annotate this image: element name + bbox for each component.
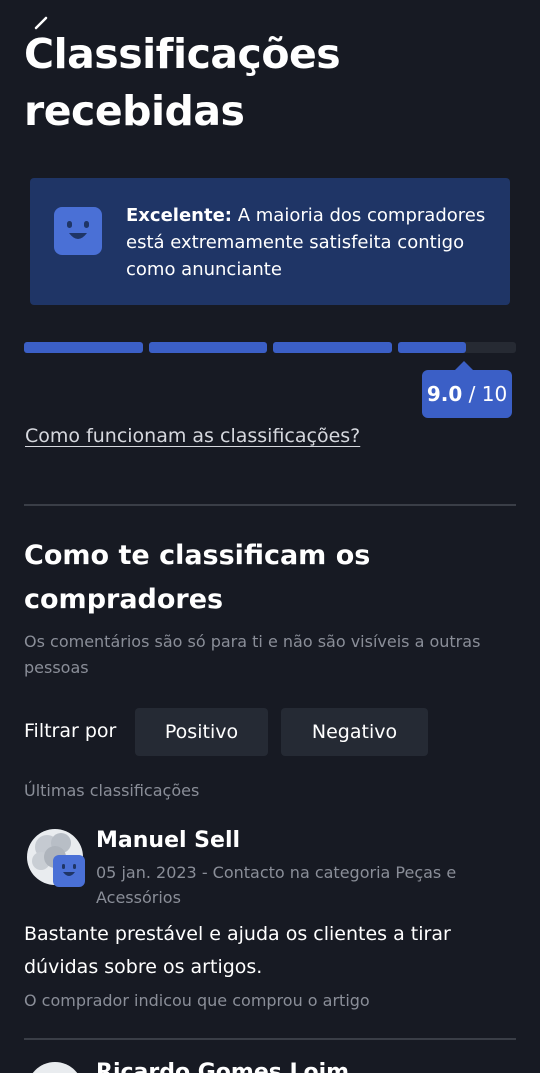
review-meta: 05 jan. 2023 - Contacto na categoria Peç… [96,863,457,907]
section-title: Como te classificam os compradores [24,540,371,615]
rating-summary-box: Excelente: A maioria dos compradores est… [30,178,510,305]
latest-ratings-label: Últimas classificações [24,781,200,800]
divider [24,1038,516,1040]
happy-face-badge-icon [53,855,85,887]
how-ratings-work-link[interactable]: Como funcionam as classificações? [25,425,360,447]
rating-level: Excelente: [126,205,232,226]
rating-summary-text: Excelente: A maioria dos compradores est… [126,202,496,283]
score-bar-fill [273,342,392,353]
divider [24,504,516,506]
reviewer-name[interactable]: Ricardo Gomes Loim [96,1060,349,1073]
score-badge: 9.0 / 10 [422,361,512,418]
avatar[interactable] [27,1062,83,1073]
score-bar-fill [148,342,267,353]
score-max: / 10 [462,382,508,406]
score-bar-fill [397,342,467,353]
filter-label: Filtrar por [24,720,117,742]
happy-face-icon [54,207,102,255]
reviewer-name[interactable]: Manuel Sell [96,828,240,853]
review-note: O comprador indicou que comprou o artigo [24,991,370,1010]
score-value: 9.0 [426,382,463,406]
score-bar-fill [24,342,143,353]
filter-positive-button[interactable]: Positivo [135,708,268,756]
page-title: Classificações recebidas [24,30,341,135]
filter-negative-button[interactable]: Negativo [281,708,428,756]
section-subtitle: Os comentários são só para ti e não são … [24,632,481,677]
review-text: Bastante prestável e ajuda os clientes a… [24,923,451,978]
